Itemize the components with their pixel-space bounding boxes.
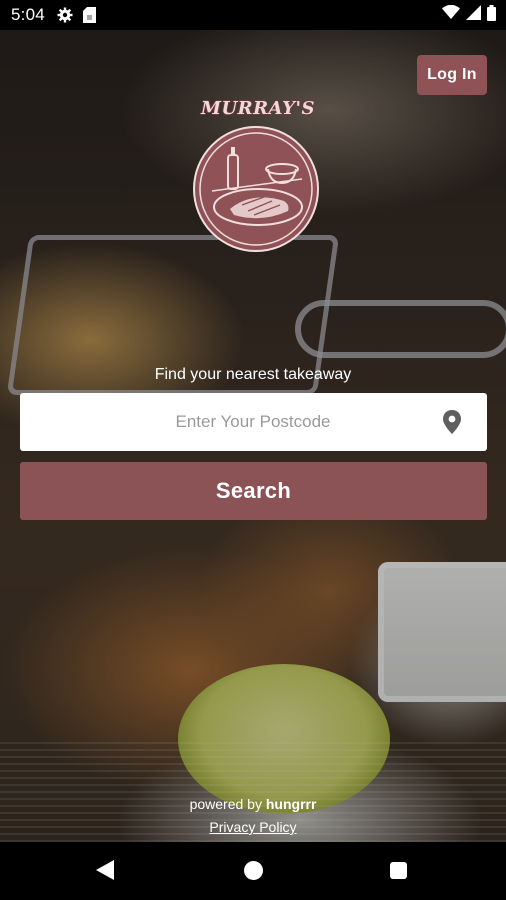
privacy-policy-link[interactable]: Privacy Policy [0,819,506,835]
settings-icon [57,7,73,23]
recents-icon[interactable] [390,862,407,879]
sim-card-icon [82,7,96,23]
brand-wordmark: MURRAY'S [201,98,315,119]
postcode-field [20,393,487,451]
status-bar: 5:04 [0,0,506,30]
battery-icon [487,4,496,26]
login-button[interactable]: Log In [417,55,487,95]
powered-by-text: powered by hungrrr [0,796,506,812]
status-time: 5:04 [11,5,45,24]
powered-by-prefix: powered by [189,796,262,812]
status-right-icons [442,0,496,30]
fish-and-chips-logo-icon [192,125,320,253]
system-nav-bar [0,842,506,900]
location-pin-icon[interactable] [440,409,464,435]
search-button[interactable]: Search [20,462,487,520]
wifi-icon [442,4,460,25]
postcode-input[interactable] [20,393,426,451]
signal-icon [466,5,481,25]
search-tagline: Find your nearest takeaway [154,366,352,383]
home-icon[interactable] [244,861,263,880]
app-screen: 5:04 Log In MURRAY'S Find your nearest t… [0,0,506,900]
powered-by-brand: hungrrr [265,796,317,812]
back-icon[interactable] [95,859,115,886]
